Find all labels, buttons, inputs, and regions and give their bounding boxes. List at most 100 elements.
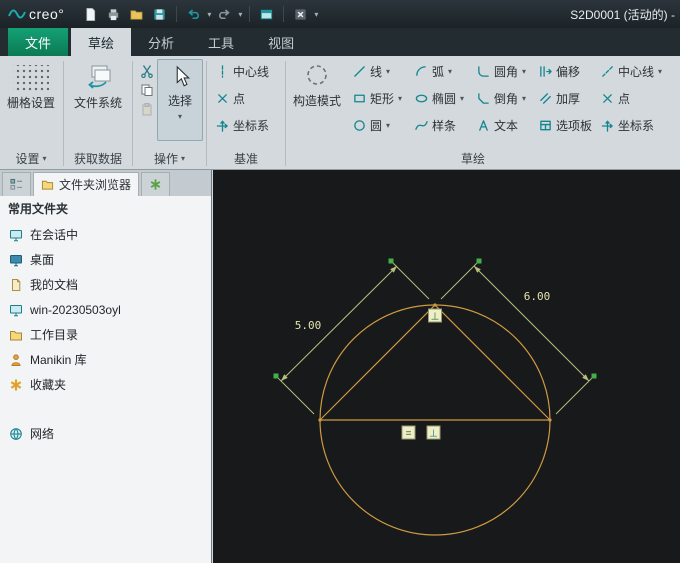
folder-item-monitor[interactable]: 在会话中 [0, 222, 211, 247]
cut-icon[interactable] [140, 64, 154, 78]
csys-datum-tool[interactable]: 坐标系 [210, 112, 282, 139]
library-icon [11, 353, 21, 366]
extension-line [555, 375, 595, 415]
tab-tools[interactable]: 工具 [191, 28, 251, 56]
spline-icon [415, 121, 428, 130]
toolbar-options-arrow[interactable]: ▾ [314, 10, 318, 19]
spline-tool[interactable]: 样条 [409, 117, 471, 134]
point-datum-tool[interactable]: 点 [210, 85, 282, 112]
rect-icon [354, 94, 365, 103]
model-tree-tab[interactable] [2, 172, 31, 196]
dropdown-arrow[interactable]: ▾ [658, 67, 662, 76]
ellipse-tool[interactable]: 椭圆 ▾ [409, 90, 471, 107]
offset-tool[interactable]: 偏移 [533, 63, 595, 80]
sketch-canvas[interactable]: 5.00 6.00 ⊥ = ⊥ [213, 170, 680, 563]
datum-group: 中心线点坐标系 基准 [210, 58, 282, 169]
rect-tool[interactable]: 矩形 ▾ [347, 90, 409, 107]
text-tool[interactable]: 文本 [471, 117, 533, 134]
palette-tool[interactable]: 选项板 [533, 117, 595, 134]
folder-item-documents[interactable]: 我的文档 [0, 272, 211, 297]
dropdown-arrow[interactable]: ▾ [448, 67, 452, 76]
arc-icon [416, 66, 426, 76]
settings-footer[interactable]: 设置 ▾ [2, 148, 60, 169]
window-title: S2D0001 (活动的) - [570, 7, 675, 22]
tool-label: 倒角 [494, 92, 519, 106]
chamfer-tool[interactable]: 倒角 ▾ [471, 90, 533, 107]
redo-dropdown-arrow[interactable]: ▾ [238, 10, 242, 19]
centerline-tool[interactable]: 中心线 ▾ [595, 63, 662, 80]
undo-dropdown-arrow[interactable]: ▾ [207, 10, 211, 19]
open-file-button[interactable] [126, 4, 147, 25]
dropdown-arrow[interactable]: ▾ [522, 94, 526, 103]
folder-browser-tab[interactable]: 文件夹浏览器 [33, 172, 140, 196]
folder-item-computer[interactable]: win-20230503oyl [0, 297, 211, 322]
folder-label: 我的文档 [30, 278, 79, 292]
regenerate-button[interactable] [256, 4, 277, 25]
file-system-icon [88, 65, 111, 89]
folder-item-library[interactable]: Manikin 库 [0, 347, 211, 372]
tool-label: 文本 [494, 119, 519, 133]
construction-mode-button[interactable]: 构造模式 [289, 58, 345, 109]
undo-button[interactable] [183, 4, 204, 25]
new-file-button[interactable] [80, 4, 101, 25]
navigator-panel: 文件夹浏览器 常用文件夹 在会话中 桌面我的文档 win-20230503oyl 工作… [0, 170, 212, 563]
tool-label: 加厚 [556, 92, 581, 106]
csys-tool[interactable]: 坐标系 [595, 117, 657, 134]
grid-settings-button[interactable]: 栅格设置 [2, 58, 60, 111]
dimension-value-left[interactable]: 5.00 [295, 319, 322, 332]
fillet-icon [478, 66, 489, 77]
grid-settings-label: 栅格设置 [6, 96, 55, 110]
folder-item-network[interactable]: 网络 [0, 421, 211, 446]
folder-item-desktop[interactable]: 桌面 [0, 247, 211, 272]
tab-view[interactable]: 视图 [251, 28, 311, 56]
redo-button[interactable] [214, 4, 235, 25]
copy-icon[interactable] [140, 83, 154, 97]
dropdown-arrow: ▾ [181, 154, 186, 163]
close-window-button[interactable] [290, 4, 311, 25]
dropdown-arrow[interactable]: ▾ [460, 94, 464, 103]
sketch-geometry[interactable] [319, 304, 551, 536]
operations-footer[interactable]: 操作 ▾ [136, 148, 203, 169]
dropdown-arrow[interactable]: ▾ [386, 121, 390, 130]
network-icon [10, 427, 22, 440]
datum-label: 坐标系 [233, 119, 270, 133]
circle-tool[interactable]: 圆 ▾ [347, 117, 409, 134]
get-data-footer: 获取数据 [73, 152, 122, 166]
creo-logo: creo° [8, 6, 64, 22]
centerline_v-datum-tool[interactable]: 中心线 [210, 58, 282, 85]
folder-item-folder[interactable]: 工作目录 [0, 322, 211, 347]
paste-icon[interactable] [140, 102, 154, 116]
point-tool[interactable]: 点 [595, 90, 657, 107]
tab-analysis[interactable]: 分析 [131, 28, 191, 56]
tab-sketch[interactable]: 草绘 [71, 28, 132, 56]
dimension-value-right[interactable]: 6.00 [524, 290, 551, 303]
print-icon [109, 8, 119, 20]
select-dropdown-arrow[interactable]: ▾ [178, 112, 182, 121]
save-button[interactable] [149, 4, 170, 25]
arc-tool[interactable]: 弧 ▾ [409, 63, 471, 80]
print-button[interactable] [103, 4, 124, 25]
common-folders-header: 常用文件夹 [8, 201, 69, 216]
line-tool[interactable]: 线 ▾ [347, 63, 409, 80]
dropdown-arrow[interactable]: ▾ [386, 67, 390, 76]
dropdown-arrow[interactable]: ▾ [522, 67, 526, 76]
thicken-tool[interactable]: 加厚 [533, 90, 595, 107]
tool-label: 点 [618, 92, 631, 106]
tool-label: 圆角 [494, 65, 519, 79]
group-separator [63, 61, 64, 166]
dim-line-right[interactable] [473, 265, 590, 382]
dropdown-arrow[interactable]: ▾ [398, 94, 402, 103]
favorites-tab[interactable] [141, 172, 171, 196]
file-system-button[interactable]: 文件系统 [67, 58, 129, 111]
graphics-area[interactable]: 5.00 6.00 ⊥ = ⊥ [213, 170, 680, 563]
select-button[interactable]: 选择 ▾ [157, 59, 203, 141]
datum-label: 点 [233, 92, 246, 106]
perpendicular-constraint-glyph: ⊥ [431, 312, 440, 323]
favorites-icon [10, 379, 22, 390]
fillet-tool[interactable]: 圆角 ▾ [471, 63, 533, 80]
csys-icon [601, 120, 613, 132]
tab-file[interactable]: 文件 [8, 28, 69, 56]
folder-item-favorites[interactable]: 收藏夹 [0, 372, 211, 397]
grid-dots-icon [13, 65, 49, 91]
clipboard-buttons [136, 58, 157, 116]
